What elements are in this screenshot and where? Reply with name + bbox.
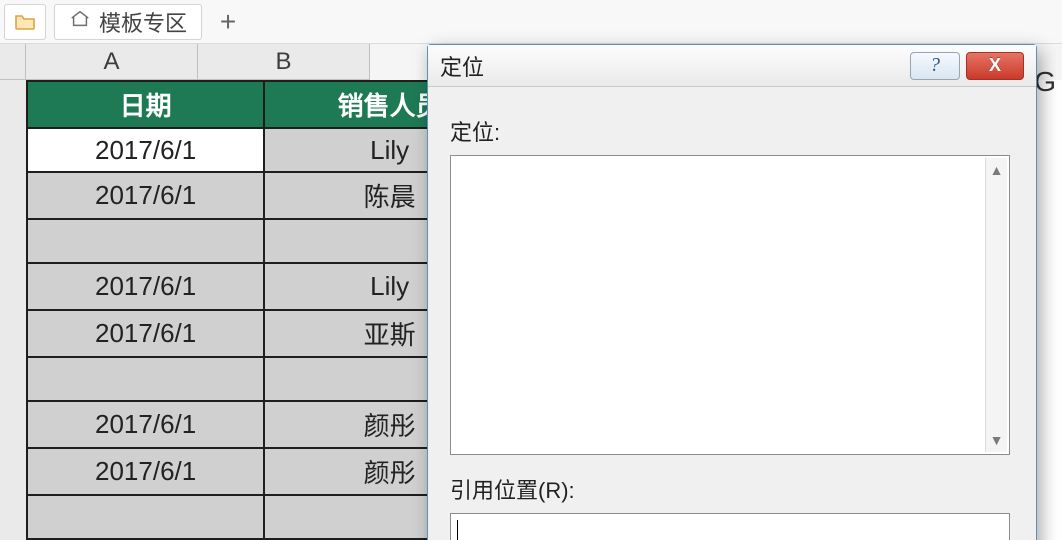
goto-listbox[interactable]: ▲ ▼ <box>450 155 1010 455</box>
cell-a[interactable]: 2017/6/1 <box>27 128 264 172</box>
listbox-scrollbar[interactable]: ▲ ▼ <box>985 158 1007 452</box>
header-date: 日期 <box>27 81 264 128</box>
select-all-corner[interactable] <box>0 44 26 80</box>
column-letter-distant: G <box>1034 66 1056 98</box>
dialog-help-button[interactable]: ? <box>910 52 960 80</box>
cell-a[interactable] <box>27 219 264 263</box>
cell-a[interactable]: 2017/6/1 <box>27 448 264 495</box>
cell-a[interactable]: 2017/6/1 <box>27 401 264 448</box>
dialog-titlebar[interactable]: 定位 ? X <box>428 45 1036 87</box>
close-icon: X <box>989 55 1001 76</box>
spreadsheet: A B C 日期 销售人员 2017/6/1Lily 2017/6/1陈晨平 2… <box>0 44 1062 540</box>
cell-a[interactable] <box>27 495 264 539</box>
tab-templates-label: 模板专区 <box>99 6 187 38</box>
reference-label: 引用位置(R): <box>450 473 1018 505</box>
goto-dialog: 定位 ? X 定位: ▲ ▼ 引用位置(R): <box>427 44 1037 540</box>
help-icon: ? <box>930 54 940 77</box>
dialog-close-button[interactable]: X <box>966 52 1024 80</box>
cell-a[interactable]: 2017/6/1 <box>27 310 264 357</box>
home-icon <box>69 8 91 36</box>
dialog-title-text: 定位 <box>440 50 484 82</box>
text-caret <box>457 520 458 540</box>
plus-icon: + <box>220 6 236 38</box>
column-header-b[interactable]: B <box>198 44 370 80</box>
tab-new-button[interactable]: + <box>210 4 246 40</box>
column-headers: A B C <box>26 44 370 80</box>
tab-open-file-button[interactable] <box>4 4 46 40</box>
folder-icon <box>13 10 37 34</box>
cell-a[interactable]: 2017/6/1 <box>27 172 264 219</box>
reference-input[interactable] <box>450 513 1010 540</box>
scroll-up-icon: ▲ <box>990 162 1004 178</box>
cell-a[interactable] <box>27 357 264 401</box>
tab-templates[interactable]: 模板专区 <box>54 4 202 40</box>
tab-bar: 模板专区 + <box>0 0 1062 44</box>
column-header-a[interactable]: A <box>26 44 198 80</box>
goto-label: 定位: <box>450 115 1018 147</box>
scroll-down-icon: ▼ <box>990 432 1004 448</box>
row-gutter[interactable] <box>0 80 26 540</box>
cell-a[interactable]: 2017/6/1 <box>27 263 264 310</box>
